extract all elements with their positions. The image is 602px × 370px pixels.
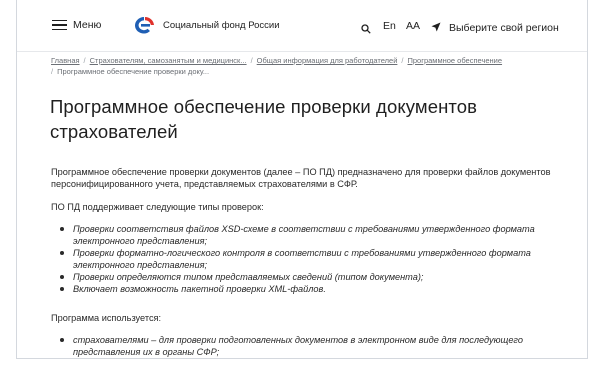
region-selector[interactable]: Выберите свой регион bbox=[431, 19, 559, 37]
breadcrumb-separator: / bbox=[83, 56, 86, 65]
region-label: Выберите свой регион bbox=[449, 22, 559, 34]
uses-list: страхователями – для проверки подготовле… bbox=[51, 334, 571, 358]
breadcrumb-separator: / bbox=[401, 56, 404, 65]
search-icon[interactable] bbox=[361, 21, 371, 39]
supports-paragraph: ПО ПД поддерживает следующие типы провер… bbox=[51, 202, 264, 212]
menu-label: Меню bbox=[73, 19, 102, 31]
site-header: Меню Социальный фонд России En AA Выбери… bbox=[17, 0, 587, 52]
list-item: страхователями – для проверки подготовле… bbox=[51, 334, 571, 358]
language-switch-en[interactable]: En bbox=[383, 20, 396, 32]
intro-paragraph: Программное обеспечение проверки докумен… bbox=[51, 167, 551, 189]
breadcrumb-separator: / bbox=[250, 56, 253, 65]
list-item: Проверки определяются типом представляем… bbox=[51, 271, 571, 283]
sfr-logo[interactable]: Социальный фонд России bbox=[133, 15, 280, 35]
used-paragraph: Программа используется: bbox=[51, 313, 162, 323]
list-item: Включает возможность пакетной проверки X… bbox=[51, 283, 571, 295]
hamburger-icon bbox=[52, 19, 67, 31]
location-arrow-icon bbox=[431, 19, 441, 37]
breadcrumb-software[interactable]: Программное обеспечение bbox=[407, 56, 502, 65]
list-item: Проверки форматно-логического контроля в… bbox=[51, 247, 571, 271]
logo-text: Социальный фонд России bbox=[163, 19, 280, 31]
breadcrumb-insurers[interactable]: Страхователям, самозанятым и медицинск..… bbox=[90, 56, 247, 65]
sfr-logo-icon bbox=[135, 17, 154, 34]
breadcrumb-home[interactable]: Главная bbox=[51, 56, 80, 65]
checks-list: Проверки соответствия файлов XSD-схеме в… bbox=[51, 223, 571, 295]
breadcrumb-employers-info[interactable]: Общая информация для работодателей bbox=[257, 56, 398, 65]
page-title: Программное обеспечение проверки докумен… bbox=[50, 96, 478, 142]
browser-page: Меню Социальный фонд России En AA Выбери… bbox=[16, 0, 588, 359]
breadcrumb-separator: / bbox=[51, 67, 54, 76]
menu-button[interactable]: Меню bbox=[52, 19, 101, 31]
breadcrumb-current: Программное обеспечение проверки доку... bbox=[57, 67, 210, 76]
list-item: Проверки соответствия файлов XSD-схеме в… bbox=[51, 223, 571, 247]
breadcrumb: Главная / Страхователям, самозанятым и мед… bbox=[51, 55, 531, 77]
font-size-toggle[interactable]: AA bbox=[406, 20, 420, 32]
